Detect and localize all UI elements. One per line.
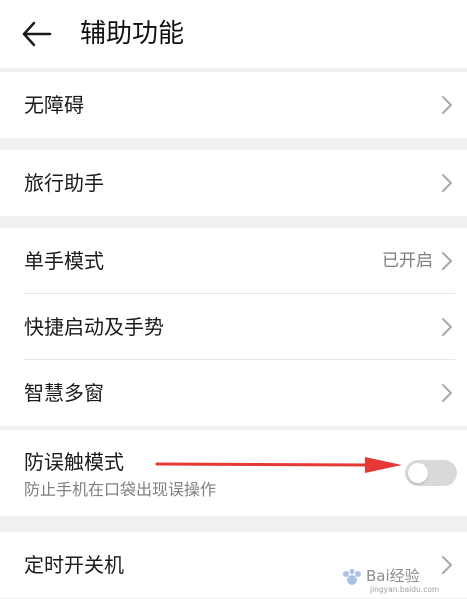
setting-row-one-handed-mode[interactable]: 单手模式 已开启 (0, 228, 467, 294)
chevron-right-icon (442, 318, 452, 336)
page-title: 辅助功能 (80, 19, 185, 49)
settings-group-scheduled-power: 定时开关机 (0, 532, 467, 598)
setting-row-smart-multi-window[interactable]: 智慧多窗 (0, 360, 467, 426)
chevron-right-icon (442, 96, 452, 114)
setting-label: 智慧多窗 (24, 381, 104, 405)
setting-row-accessibility[interactable]: 无障碍 (0, 72, 467, 138)
setting-label: 定时开关机 (24, 553, 124, 577)
setting-label: 无障碍 (24, 93, 84, 117)
setting-row-scheduled-power[interactable]: 定时开关机 (0, 532, 467, 598)
setting-label: 单手模式 (24, 249, 104, 273)
mistouch-mode-toggle[interactable] (405, 460, 457, 486)
setting-row-travel-assistant[interactable]: 旅行助手 (0, 150, 467, 216)
setting-status-value: 已开启 (382, 251, 433, 271)
settings-group-accessibility: 无障碍 (0, 72, 467, 138)
settings-group-travel: 旅行助手 (0, 150, 467, 216)
top-app-bar: 辅助功能 (0, 0, 467, 68)
chevron-right-icon (442, 174, 452, 192)
setting-row-quick-launch-gestures[interactable]: 快捷启动及手势 (0, 294, 467, 360)
setting-description: 防止手机在口袋出现误操作 (24, 480, 217, 499)
chevron-right-icon (442, 556, 452, 574)
settings-group-gestures: 单手模式 已开启 快捷启动及手势 智慧多窗 (0, 228, 467, 426)
back-button[interactable] (18, 17, 56, 51)
chevron-right-icon (442, 252, 452, 270)
chevron-right-icon (442, 384, 452, 402)
setting-row-mistouch-mode: 防误触模式 防止手机在口袋出现误操作 (0, 430, 467, 516)
settings-group-mistouch: 防误触模式 防止手机在口袋出现误操作 (0, 430, 467, 516)
setting-label: 防误触模式 (24, 450, 124, 474)
back-arrow-icon (22, 21, 52, 47)
setting-label: 快捷启动及手势 (24, 315, 164, 339)
toggle-knob (408, 463, 428, 483)
setting-label: 旅行助手 (24, 171, 104, 195)
